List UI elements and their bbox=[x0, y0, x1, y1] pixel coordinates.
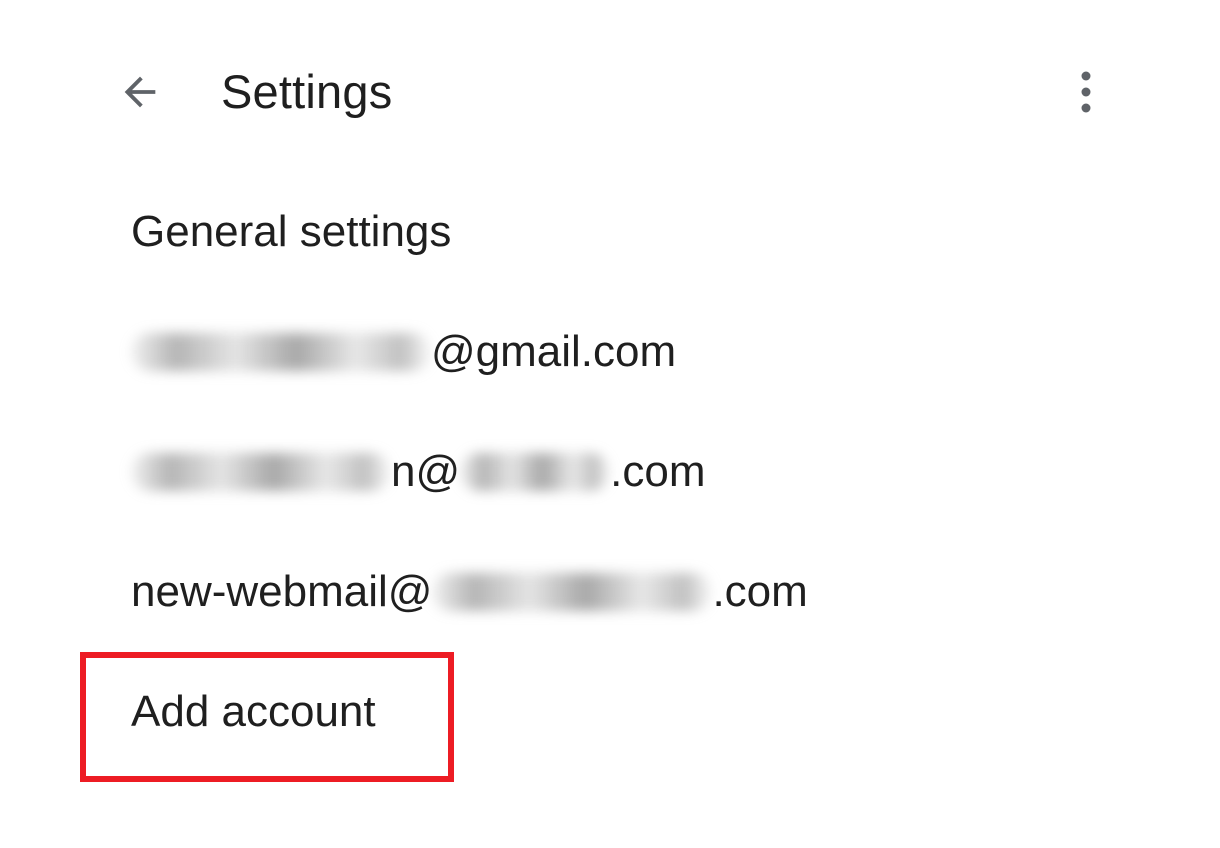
account-email-suffix: .com bbox=[712, 567, 808, 616]
redacted-text bbox=[131, 453, 391, 491]
account-email-suffix: @gmail.com bbox=[431, 327, 677, 376]
account-email-local-suffix: n@ bbox=[391, 447, 461, 496]
redacted-text bbox=[131, 333, 431, 371]
redacted-text bbox=[432, 573, 713, 611]
general-settings-item[interactable]: General settings bbox=[0, 172, 1220, 292]
account-email-suffix: .com bbox=[610, 447, 706, 496]
account-email-1: @gmail.com bbox=[131, 322, 676, 382]
account-item-2[interactable]: n@ .com bbox=[0, 412, 1220, 532]
back-button[interactable] bbox=[104, 58, 176, 130]
redacted-text bbox=[460, 453, 611, 491]
top-app-bar: Settings bbox=[0, 0, 1220, 185]
more-vert-icon bbox=[1078, 70, 1094, 119]
general-settings-label: General settings bbox=[131, 207, 452, 256]
more-options-button[interactable] bbox=[1056, 58, 1116, 130]
account-email-prefix: new-webmail@ bbox=[131, 567, 433, 616]
add-account-label: Add account bbox=[131, 687, 376, 736]
arrow-back-icon bbox=[117, 69, 163, 120]
account-item-3[interactable]: new-webmail@ .com bbox=[0, 532, 1220, 652]
add-account-item[interactable]: Add account bbox=[0, 652, 1220, 772]
account-email-3: new-webmail@ .com bbox=[131, 562, 808, 622]
account-email-2: n@ .com bbox=[131, 442, 706, 502]
account-item-1[interactable]: @gmail.com bbox=[0, 292, 1220, 412]
page-title: Settings bbox=[221, 65, 393, 118]
